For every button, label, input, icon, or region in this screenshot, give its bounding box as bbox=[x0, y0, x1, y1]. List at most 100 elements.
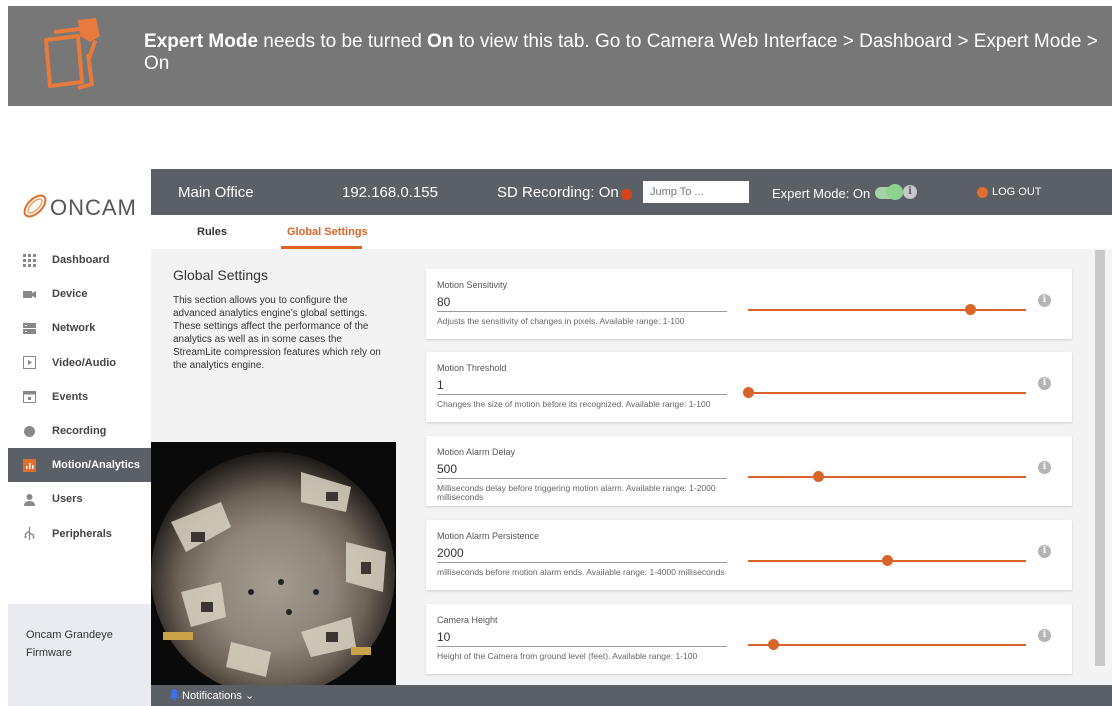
sd-recording-status: SD Recording: On bbox=[497, 184, 619, 201]
oncam-logo-icon bbox=[23, 194, 47, 218]
global-settings-title: Global Settings bbox=[173, 267, 268, 283]
logout-icon[interactable] bbox=[977, 187, 988, 198]
info-icon[interactable]: i bbox=[1038, 294, 1051, 307]
usb-icon bbox=[23, 527, 36, 541]
record-icon bbox=[23, 425, 36, 438]
slider-thumb[interactable] bbox=[743, 387, 754, 398]
camera-ip: 192.168.0.155 bbox=[342, 184, 438, 201]
setting-help: Height of the Camera from ground level (… bbox=[437, 651, 698, 661]
slider-thumb[interactable] bbox=[882, 555, 893, 566]
setting-label: Camera Height bbox=[437, 615, 498, 625]
banner-expert-mode: Expert Mode bbox=[144, 31, 259, 52]
setting-card-motion-alarm-persistence: Motion Alarm Persistence 2000 millisecon… bbox=[426, 520, 1072, 590]
sidebar-item-label: Motion/Analytics bbox=[52, 459, 141, 472]
banner-message: Expert Mode needs to be turned On to vie… bbox=[144, 31, 1104, 75]
sidebar-item-peripherals[interactable]: Peripherals bbox=[8, 517, 151, 551]
sidebar-item-label: Peripherals bbox=[52, 527, 112, 540]
logout-button[interactable]: LOG OUT bbox=[992, 186, 1042, 198]
expert-mode-toggle-knob[interactable] bbox=[887, 184, 903, 200]
banner-text-part1: needs to be turned bbox=[258, 31, 428, 52]
sidebar-item-label: Events bbox=[52, 390, 89, 403]
slider-track[interactable] bbox=[748, 644, 1026, 646]
jump-to-input[interactable] bbox=[643, 181, 749, 203]
slider-thumb[interactable] bbox=[768, 639, 780, 650]
setting-help: milliseconds before motion alarm ends. A… bbox=[437, 567, 725, 577]
sidebar-item-recording[interactable]: Recording bbox=[8, 414, 151, 448]
slider-track[interactable] bbox=[748, 476, 1026, 478]
grid-icon bbox=[23, 253, 36, 267]
setting-card-motion-alarm-delay: Motion Alarm Delay 500 Milliseconds dela… bbox=[426, 436, 1072, 506]
chevron-down-icon: ⌄ bbox=[244, 690, 255, 702]
play-icon bbox=[23, 356, 36, 370]
sidebar-item-device[interactable]: Device bbox=[8, 277, 151, 311]
setting-card-motion-sensitivity: Motion Sensitivity 80 Adjusts the sensit… bbox=[426, 269, 1072, 339]
setting-value-input[interactable]: 80 bbox=[437, 295, 450, 309]
global-settings-description: This section allows you to configure the… bbox=[173, 295, 381, 371]
info-icon[interactable]: i bbox=[903, 185, 917, 199]
sidebar-item-label: Device bbox=[52, 288, 88, 301]
sidebar-item-label: Video/Audio bbox=[52, 356, 116, 369]
scrollbar[interactable] bbox=[1095, 250, 1105, 666]
oncam-logo-text: ONCAM bbox=[50, 195, 137, 220]
info-icon[interactable]: i bbox=[1038, 461, 1051, 474]
firmware-label: Oncam Grandeye Firmware bbox=[8, 604, 151, 706]
expert-mode-label: Expert Mode: On bbox=[772, 186, 871, 201]
setting-value-input[interactable]: 500 bbox=[437, 462, 457, 476]
sidebar-item-label: Recording bbox=[52, 425, 107, 438]
setting-label: Motion Sensitivity bbox=[437, 280, 508, 290]
input-underline bbox=[437, 394, 727, 395]
slider-thumb[interactable] bbox=[812, 471, 824, 482]
sidebar-item-events[interactable]: Events bbox=[8, 380, 151, 414]
setting-label: Motion Alarm Delay bbox=[437, 447, 516, 457]
sidebar-item-motion-analytics[interactable]: Motion/Analytics bbox=[8, 448, 151, 483]
sidebar-item-network[interactable]: Network bbox=[8, 311, 151, 345]
camera-icon bbox=[23, 288, 36, 301]
analytics-icon bbox=[23, 458, 36, 472]
oncam-logo: ONCAM bbox=[20, 191, 150, 225]
sidebar-item-video-audio[interactable]: Video/Audio bbox=[8, 346, 151, 380]
info-icon[interactable]: i bbox=[1038, 545, 1051, 558]
fisheye-camera-preview bbox=[151, 442, 396, 687]
input-underline bbox=[437, 562, 727, 563]
site-name: Main Office bbox=[178, 184, 254, 201]
notifications-label: Notifications ⌄ bbox=[182, 690, 255, 702]
slider-thumb[interactable] bbox=[965, 304, 977, 315]
recording-dot-icon bbox=[621, 189, 632, 200]
notifications-bar[interactable]: Notifications ⌄ bbox=[151, 685, 1112, 706]
setting-card-motion-threshold: Motion Threshold 1 Changes the size of m… bbox=[426, 352, 1072, 422]
top-header: Main Office 192.168.0.155 SD Recording: … bbox=[151, 169, 1112, 215]
sidebar-item-users[interactable]: Users bbox=[8, 482, 151, 516]
pinned-note-icon bbox=[44, 18, 100, 90]
setting-value-input[interactable]: 2000 bbox=[437, 546, 464, 560]
setting-help: Milliseconds delay before triggering mot… bbox=[437, 483, 716, 502]
slider-track[interactable] bbox=[748, 392, 1026, 394]
sidebar-item-dashboard[interactable]: Dashboard bbox=[8, 243, 151, 277]
input-underline bbox=[437, 311, 727, 312]
calendar-icon bbox=[23, 390, 36, 404]
sidebar-nav: Dashboard Device Network Video/Audio Eve… bbox=[8, 243, 151, 551]
expert-mode-banner: Expert Mode needs to be turned On to vie… bbox=[8, 6, 1112, 106]
setting-help: Changes the size of motion before its re… bbox=[437, 399, 711, 409]
setting-card-camera-height: Camera Height 10 Height of the Camera fr… bbox=[426, 604, 1072, 674]
info-icon[interactable]: i bbox=[1038, 377, 1051, 390]
tab-global-settings[interactable]: Global Settings bbox=[287, 226, 368, 238]
sidebar-item-label: Dashboard bbox=[52, 254, 110, 267]
network-icon bbox=[23, 322, 36, 335]
setting-label: Motion Alarm Persistence bbox=[437, 531, 540, 541]
setting-label: Motion Threshold bbox=[437, 363, 507, 373]
input-underline bbox=[437, 646, 727, 647]
tab-bar: Rules Global Settings bbox=[151, 215, 1112, 249]
setting-value-input[interactable]: 10 bbox=[437, 630, 450, 644]
info-icon[interactable]: i bbox=[1038, 629, 1051, 642]
sidebar-item-label: Users bbox=[52, 493, 83, 506]
bell-icon bbox=[170, 689, 179, 701]
setting-help: Adjusts the sensitivity of changes in pi… bbox=[437, 316, 685, 326]
setting-value-input[interactable]: 1 bbox=[437, 378, 444, 392]
tab-rules[interactable]: Rules bbox=[197, 226, 227, 238]
banner-on: On bbox=[427, 31, 454, 52]
slider-track[interactable] bbox=[748, 309, 1026, 311]
sidebar-item-label: Network bbox=[52, 322, 96, 335]
sidebar: ONCAM Dashboard Device Network Video/Aud… bbox=[8, 169, 151, 706]
input-underline bbox=[437, 478, 727, 479]
user-icon bbox=[23, 493, 36, 506]
